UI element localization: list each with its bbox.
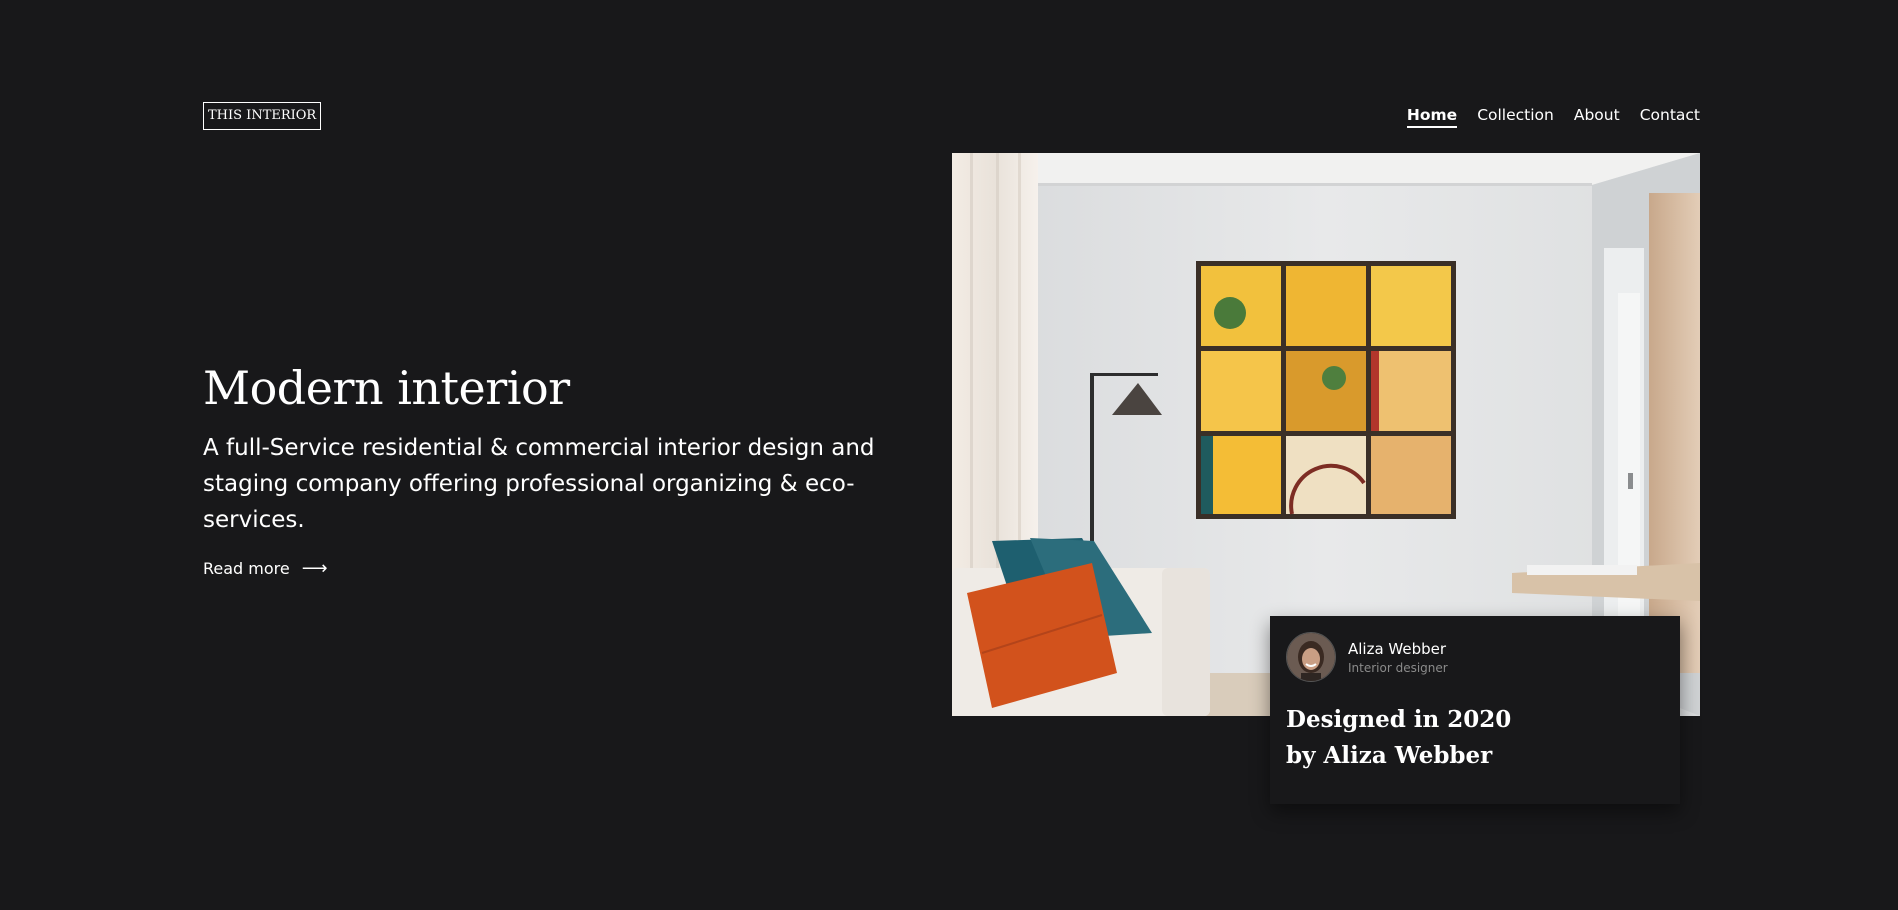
designer-author: Aliza Webber Interior designer [1286,632,1664,682]
hero-title: Modern interior [203,361,570,415]
nav-home-link[interactable]: Home [1406,106,1458,128]
read-more-link[interactable]: Read more ⟶ [203,559,328,578]
nav-contact-link[interactable]: Contact [1640,106,1700,128]
designer-role: Interior designer [1348,660,1448,675]
hero-description: A full-Service residential & commercial … [203,435,875,533]
nav-about-link[interactable]: About [1574,106,1620,128]
designer-info: Aliza Webber Interior designer [1348,640,1448,675]
designer-card: Aliza Webber Interior designer Designed … [1270,616,1680,804]
nav-collection-link[interactable]: Collection [1477,106,1554,128]
main-nav: Home Collection About Contact [1406,106,1700,128]
read-more-label: Read more [203,559,290,578]
arrow-right-icon: ⟶ [301,557,328,579]
designer-name: Aliza Webber [1348,639,1447,658]
designer-avatar [1286,632,1336,682]
design-credit-heading: Designed in 2020 by Aliza Webber [1286,706,1512,769]
site-logo[interactable]: THIS INTERIOR [203,102,322,130]
